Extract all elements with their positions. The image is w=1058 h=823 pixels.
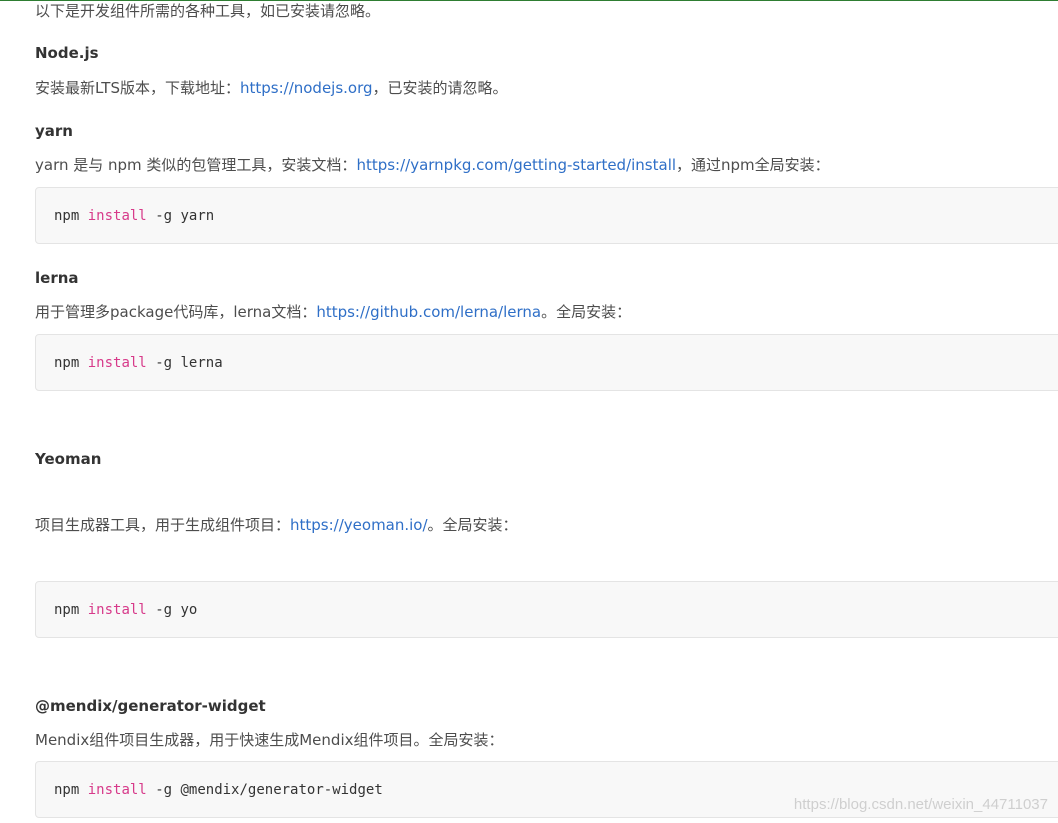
yarn-text-before: yarn 是与 npm 类似的包管理工具，安装文档： [35, 156, 357, 174]
lerna-text-before: 用于管理多package代码库，lerna文档： [35, 303, 317, 321]
code-line-generator: npm install -g @mendix/generator-widget [54, 781, 383, 799]
intro-text: 以下是开发组件所需的各种工具，如已安装请忽略。 [35, 2, 381, 20]
code-keyword: install [87, 208, 147, 224]
code-cmd: npm [54, 208, 80, 224]
nodejs-text-before: 安装最新LTS版本，下载地址： [35, 79, 240, 97]
code-cmd: npm [54, 355, 80, 371]
yeoman-text-before: 项目生成器工具，用于生成组件项目： [35, 516, 291, 534]
code-keyword: install [87, 782, 147, 798]
yarn-paragraph: yarn 是与 npm 类似的包管理工具，安装文档：https://yarnpk… [35, 155, 830, 175]
nodejs-text-after: ，已安装的请忽略。 [372, 79, 508, 97]
yeoman-paragraph: 项目生成器工具，用于生成组件项目：https://yeoman.io/。全局安装… [35, 515, 518, 535]
code-cmd: npm [54, 602, 80, 618]
generator-paragraph: Mendix组件项目生成器，用于快速生成Mendix组件项目。全局安装： [35, 731, 504, 749]
code-args: -g @mendix/generator-widget [155, 782, 383, 798]
code-keyword: install [87, 602, 147, 618]
code-cmd: npm [54, 782, 80, 798]
lerna-text-after: 。全局安装： [541, 303, 632, 321]
code-args: -g yarn [155, 208, 215, 224]
nodejs-paragraph: 安装最新LTS版本，下载地址：https://nodejs.org，已安装的请忽… [35, 78, 508, 98]
heading-yeoman: Yeoman [35, 450, 102, 468]
nodejs-link[interactable]: https://nodejs.org [240, 79, 373, 97]
heading-lerna: lerna [35, 269, 79, 287]
heading-yarn: yarn [35, 122, 73, 140]
lerna-paragraph: 用于管理多package代码库，lerna文档：https://github.c… [35, 302, 631, 322]
heading-generator-widget: @mendix/generator-widget [35, 697, 266, 715]
code-line-lerna: npm install -g lerna [54, 354, 223, 372]
yeoman-text-after: 。全局安装： [427, 516, 518, 534]
csdn-watermark: https://blog.csdn.net/weixin_44711037 [793, 796, 1048, 813]
yarn-text-after: ，通过npm全局安装： [676, 156, 830, 174]
heading-nodejs: Node.js [35, 44, 99, 62]
code-line-yeoman: npm install -g yo [54, 601, 197, 619]
code-block-yarn[interactable]: npm install -g yarn [35, 187, 1058, 244]
lerna-link[interactable]: https://github.com/lerna/lerna [316, 303, 541, 321]
code-block-lerna[interactable]: npm install -g lerna [35, 334, 1058, 391]
code-args: -g lerna [155, 355, 223, 371]
code-keyword: install [87, 355, 147, 371]
code-line-yarn: npm install -g yarn [54, 207, 214, 225]
code-block-yeoman[interactable]: npm install -g yo [35, 581, 1058, 638]
yeoman-link[interactable]: https://yeoman.io/ [290, 516, 428, 534]
code-args: -g yo [155, 602, 198, 618]
yarn-link[interactable]: https://yarnpkg.com/getting-started/inst… [356, 156, 676, 174]
